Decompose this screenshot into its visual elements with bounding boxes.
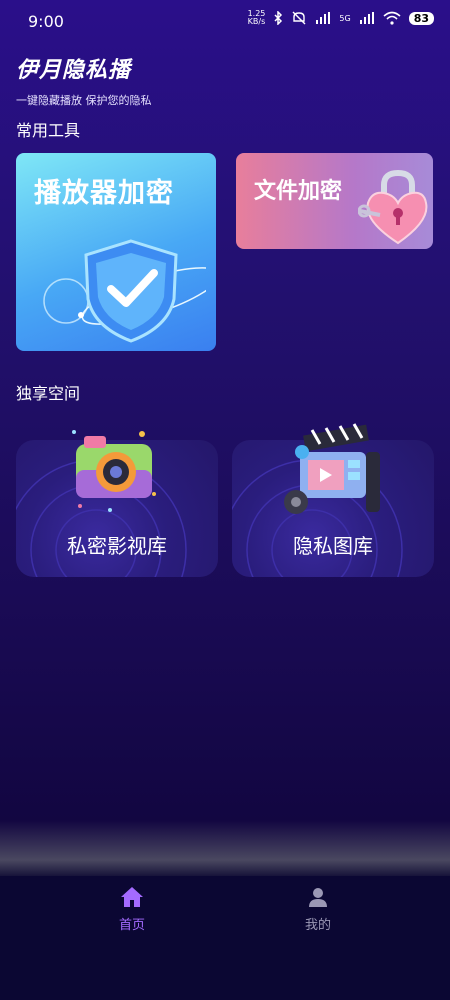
app-header: 伊月隐私播 一键隐藏播放 保护您的隐私 bbox=[16, 52, 152, 108]
player-encrypt-label: 播放器加密 bbox=[34, 178, 174, 209]
net-speed: 1.25 KB/s bbox=[247, 9, 266, 26]
tools-section-title: 常用工具 bbox=[16, 121, 81, 140]
nav-mine-label: 我的 bbox=[304, 918, 331, 933]
private-gallery-label: 隐私图库 bbox=[293, 534, 373, 558]
file-encrypt-label: 文件加密 bbox=[254, 179, 343, 204]
battery-badge: 83 bbox=[408, 11, 434, 25]
player-encrypt-card[interactable]: 播放器加密 bbox=[16, 153, 216, 351]
nav-home[interactable]: 首页 bbox=[92, 886, 172, 933]
status-time: 9:00 bbox=[28, 12, 64, 31]
signal-icon bbox=[316, 12, 331, 24]
shield-check-icon bbox=[43, 239, 206, 343]
mute-icon bbox=[292, 11, 306, 25]
status-bar: 9:00 1.25 KB/s 5G 83 bbox=[0, 0, 450, 44]
private-video-label: 私密影视库 bbox=[67, 534, 167, 558]
camera-icon bbox=[72, 430, 156, 512]
home-icon bbox=[121, 887, 143, 907]
spaces-section-title: 独享空间 bbox=[16, 384, 81, 403]
app-subtitle: 一键隐藏播放 保护您的隐私 bbox=[16, 94, 152, 107]
file-encrypt-card[interactable]: 文件加密 bbox=[236, 153, 433, 249]
heart-lock-icon bbox=[358, 169, 428, 245]
bluetooth-icon bbox=[274, 11, 283, 25]
signal-icon-2 bbox=[359, 12, 374, 24]
app-title: 伊月隐私播 bbox=[16, 58, 132, 83]
status-icons: 1.25 KB/s 5G 83 bbox=[248, 10, 434, 26]
film-clapper-icon bbox=[284, 423, 380, 514]
nav-mine[interactable]: 我的 bbox=[278, 886, 358, 933]
bottom-nav: 首页 我的 bbox=[0, 876, 450, 1000]
user-icon bbox=[309, 888, 327, 907]
wifi-icon bbox=[383, 11, 401, 25]
nav-home-label: 首页 bbox=[118, 918, 145, 933]
network-type: 5G bbox=[339, 13, 351, 23]
